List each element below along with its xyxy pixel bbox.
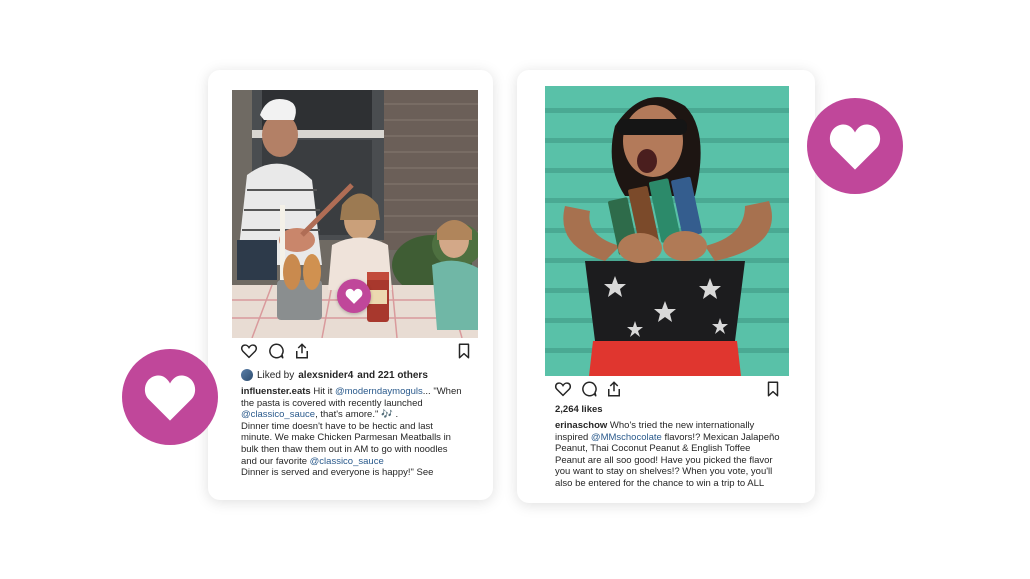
caption-text: ... "When <box>422 386 462 397</box>
like-heart-outline-icon[interactable] <box>554 380 572 398</box>
post-actions-bar <box>240 342 472 362</box>
share-icon[interactable] <box>605 380 623 398</box>
caption-text: and our favorite <box>241 455 310 467</box>
caption-line: Dinner time doesn't have to be hectic an… <box>241 421 471 433</box>
caption-username[interactable]: erinaschow <box>555 420 607 431</box>
post-card-1: Liked by alexsnider4 and 221 others infl… <box>208 70 493 500</box>
floating-heart-badge-right <box>807 98 903 194</box>
caption-line: erinaschow Who's tried the new internati… <box>555 420 783 432</box>
floating-heart-badge-left <box>122 349 218 445</box>
like-heart-outline-icon[interactable] <box>240 342 258 360</box>
post-photo-woman[interactable] <box>545 86 789 376</box>
caption-line: also be entered for the chance to win a … <box>555 478 783 490</box>
post-caption: erinaschow Who's tried the new internati… <box>555 420 783 490</box>
liked-prefix: Liked by <box>257 369 295 381</box>
liked-others-link[interactable]: and 221 others <box>357 370 428 381</box>
caption-text: Who's tried the new internationally <box>607 420 755 431</box>
caption-text: the pasta is covered with recently launc… <box>241 397 423 409</box>
bookmark-icon[interactable] <box>455 342 473 360</box>
caption-line: inspired @MMschocolate flavors!? Mexican… <box>555 432 783 444</box>
caption-line: influenster.eats Hit it @moderndaymoguls… <box>241 386 471 398</box>
caption-text: Peanut, Thai Coconut Peanut & English To… <box>555 443 751 455</box>
caption-line: Dinner is served and everyone is happy!"… <box>241 467 471 479</box>
heart-icon <box>829 124 881 170</box>
avatar[interactable] <box>241 369 253 381</box>
comment-icon[interactable] <box>580 380 598 398</box>
post-card-2: 2,264 likes erinaschow Who's tried the n… <box>517 70 815 503</box>
comment-icon[interactable] <box>267 342 285 360</box>
caption-text: Peanut are all soo good! Have you picked… <box>555 454 773 466</box>
caption-text: flavors!? Mexican Jalapeño <box>661 431 780 443</box>
likes-count[interactable]: 2,264 likes <box>555 404 603 415</box>
caption-text: also be entered for the chance to win a … <box>555 477 765 489</box>
liked-user-link[interactable]: alexsnider4 <box>298 370 353 381</box>
caption-username[interactable]: influenster.eats <box>241 386 311 397</box>
post-actions-bar <box>554 380 782 400</box>
caption-line: bulk then thaw them out in AM to go with… <box>241 444 471 456</box>
caption-text: inspired <box>555 431 591 443</box>
caption-mention[interactable]: @moderndaymoguls <box>335 386 423 397</box>
caption-text: you want to stay on shelves!? When you v… <box>555 466 773 478</box>
caption-text: bulk then thaw them out in AM to go with… <box>241 443 448 455</box>
caption-line: Peanut, Thai Coconut Peanut & English To… <box>555 443 783 455</box>
caption-line: minute. We make Chicken Parmesan Meatbal… <box>241 432 471 444</box>
caption-line: @classico_sauce, that's amore." 🎶 . <box>241 409 471 421</box>
caption-text: Dinner time doesn't have to be hectic an… <box>241 420 433 432</box>
caption-mention[interactable]: @classico_sauce <box>310 456 384 467</box>
caption-text: Dinner is served and everyone is happy!"… <box>241 467 434 479</box>
caption-mention[interactable]: @classico_sauce <box>241 409 315 420</box>
caption-text: , that's amore." 🎶 . <box>315 409 399 421</box>
bookmark-icon[interactable] <box>764 380 782 398</box>
caption-text: Hit it <box>310 386 335 397</box>
heart-icon <box>345 288 363 304</box>
heart-icon <box>144 375 196 421</box>
post-photo-image <box>545 86 789 376</box>
liked-by-row: Liked by alexsnider4 and 221 others <box>241 369 428 381</box>
post-caption: influenster.eats Hit it @moderndaymoguls… <box>241 386 471 479</box>
share-icon[interactable] <box>293 342 311 360</box>
caption-line: the pasta is covered with recently launc… <box>241 398 471 410</box>
caption-line: Peanut are all soo good! Have you picked… <box>555 455 783 467</box>
photo-heart-badge <box>337 279 371 313</box>
caption-line: and our favorite @classico_sauce <box>241 456 471 468</box>
caption-line: you want to stay on shelves!? When you v… <box>555 466 783 478</box>
caption-mention[interactable]: @MMschocolate <box>591 432 662 443</box>
caption-text: minute. We make Chicken Parmesan Meatbal… <box>241 432 451 444</box>
